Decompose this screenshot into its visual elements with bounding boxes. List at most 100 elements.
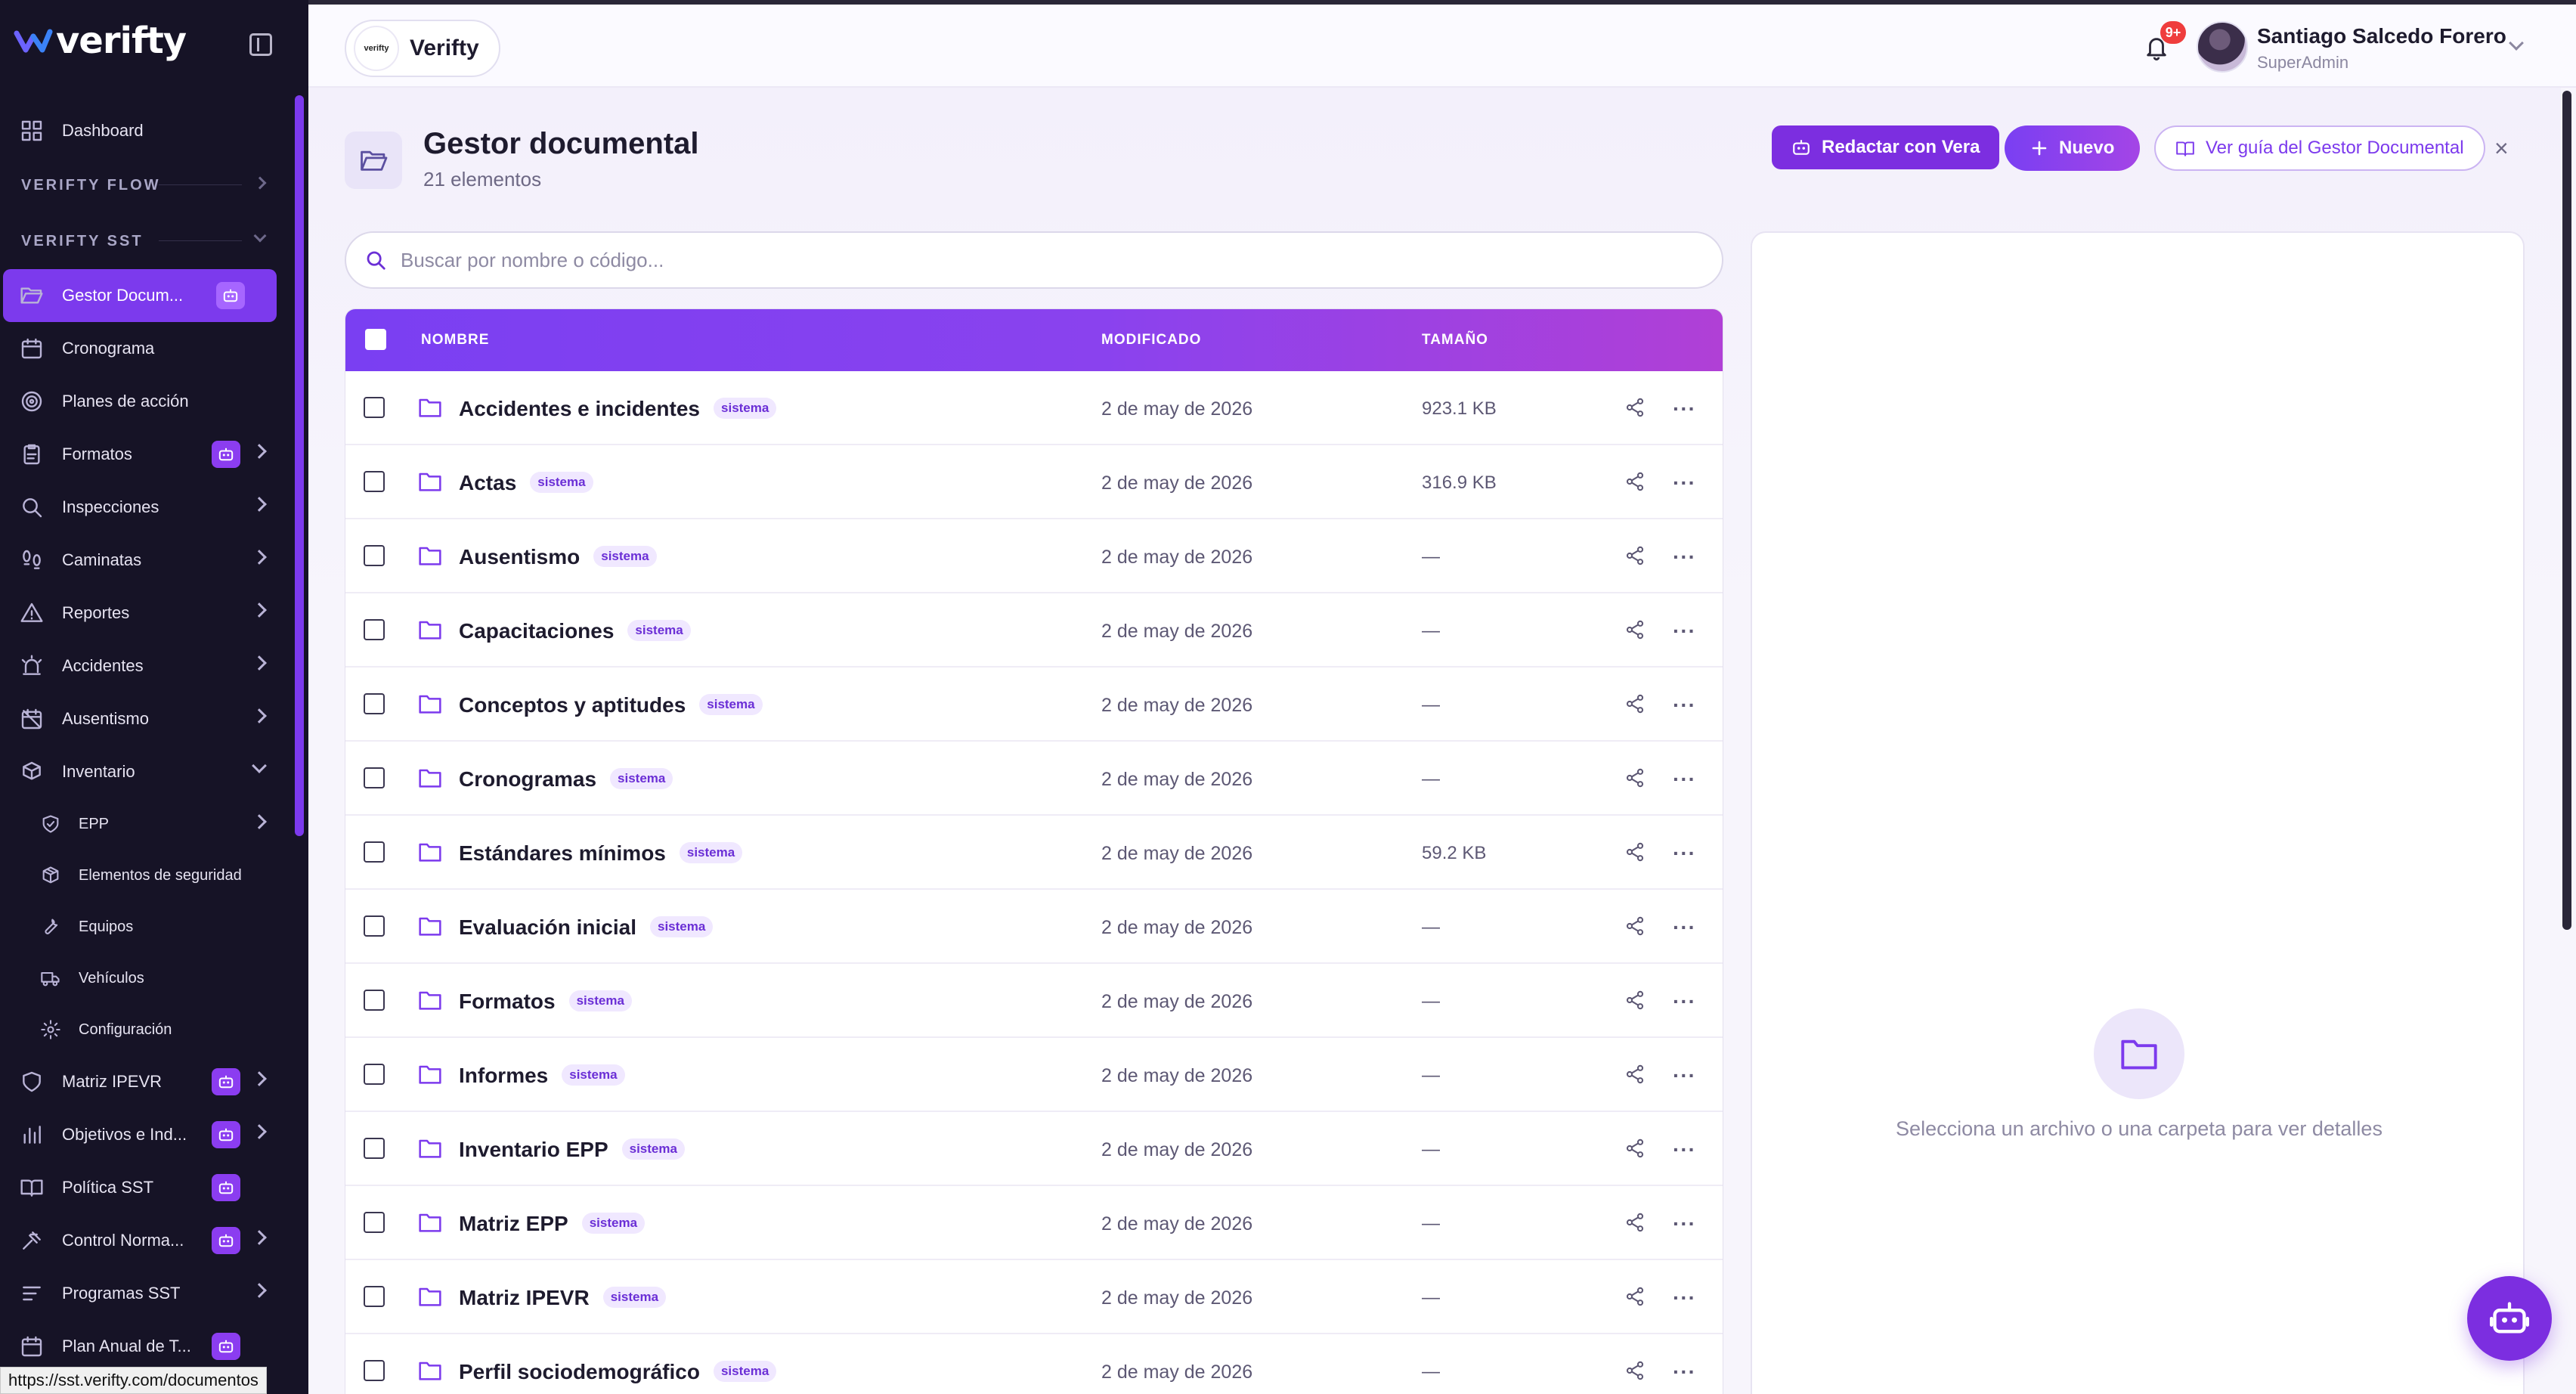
sidebar-section-verifty-flow[interactable]: VERIFTY FLOW bbox=[0, 157, 287, 213]
sidebar-item-configuración[interactable]: Configuración bbox=[0, 1004, 287, 1055]
sidebar-item-vehículos[interactable]: Vehículos bbox=[0, 953, 287, 1004]
sidebar-item-objetivos-e-ind[interactable]: Objetivos e Ind... bbox=[0, 1108, 287, 1161]
table-row[interactable]: Perfil sociodemográfico sistema 2 de may d… bbox=[345, 1334, 1723, 1394]
close-icon[interactable]: × bbox=[2494, 135, 2509, 163]
table-row[interactable]: Estándares mínimos sistema 2 de may de 202… bbox=[345, 816, 1723, 890]
share-icon[interactable] bbox=[1624, 693, 1646, 718]
vera-assistant-button[interactable] bbox=[2467, 1276, 2552, 1361]
more-options-icon[interactable]: ··· bbox=[1673, 1138, 1696, 1162]
more-options-icon[interactable]: ··· bbox=[1673, 1064, 1696, 1088]
folder-name[interactable]: Evaluación inicial sistema bbox=[459, 915, 714, 940]
share-icon[interactable] bbox=[1624, 1286, 1646, 1311]
row-checkbox[interactable] bbox=[364, 693, 385, 714]
more-options-icon[interactable]: ··· bbox=[1673, 841, 1696, 866]
table-row[interactable]: Cronogramas sistema 2 de may de 2026 — ··· bbox=[345, 742, 1723, 816]
sidebar-item-gestor-docum[interactable]: Gestor Docum... bbox=[3, 269, 277, 322]
chevron-down-icon[interactable] bbox=[252, 758, 267, 773]
row-checkbox[interactable] bbox=[364, 545, 385, 566]
sidebar-item-formatos[interactable]: Formatos bbox=[0, 428, 287, 481]
row-checkbox[interactable] bbox=[364, 1212, 385, 1233]
folder-name[interactable]: Accidentes e incidentes sistema bbox=[459, 397, 777, 421]
sidebar-item-caminatas[interactable]: Caminatas bbox=[0, 534, 287, 587]
table-row[interactable]: Matriz EPP sistema 2 de may de 2026 — ··· bbox=[345, 1186, 1723, 1260]
folder-name[interactable]: Cronogramas sistema bbox=[459, 767, 673, 791]
folder-name[interactable]: Matriz EPP sistema bbox=[459, 1212, 646, 1236]
sidebar-scrollbar[interactable] bbox=[295, 95, 304, 836]
row-checkbox[interactable] bbox=[364, 619, 385, 640]
folder-name[interactable]: Capacitaciones sistema bbox=[459, 619, 691, 643]
sidebar-item-control-norma[interactable]: Control Norma... bbox=[0, 1214, 287, 1267]
sidebar-item-elementos-de-seguridad[interactable]: Elementos de seguridad bbox=[0, 850, 287, 901]
more-options-icon[interactable]: ··· bbox=[1673, 990, 1696, 1014]
column-header-modified[interactable]: MODIFICADO bbox=[1101, 332, 1201, 348]
write-with-vera-button[interactable]: Redactar con Vera bbox=[1772, 125, 2000, 169]
more-options-icon[interactable]: ··· bbox=[1673, 397, 1696, 421]
collapse-sidebar-icon[interactable] bbox=[249, 33, 272, 56]
folder-name[interactable]: Formatos sistema bbox=[459, 990, 632, 1014]
share-icon[interactable] bbox=[1624, 1064, 1646, 1089]
table-row[interactable]: Conceptos y aptitudes sistema 2 de may de … bbox=[345, 668, 1723, 742]
chevron-right-icon[interactable] bbox=[252, 1071, 267, 1086]
chevron-right-icon[interactable] bbox=[252, 814, 267, 829]
sidebar-item-programas-sst[interactable]: Programas SST bbox=[0, 1267, 287, 1320]
robot-icon[interactable] bbox=[212, 1121, 240, 1148]
folder-name[interactable]: Conceptos y aptitudes sistema bbox=[459, 693, 763, 717]
share-icon[interactable] bbox=[1624, 767, 1646, 792]
table-row[interactable]: Evaluación inicial sistema 2 de may de 202… bbox=[345, 890, 1723, 964]
folder-name[interactable]: Perfil sociodemográfico sistema bbox=[459, 1360, 777, 1384]
more-options-icon[interactable]: ··· bbox=[1673, 767, 1696, 791]
sidebar-item-inventario[interactable]: Inventario bbox=[0, 745, 287, 798]
more-options-icon[interactable]: ··· bbox=[1673, 1212, 1696, 1236]
sidebar-item-accidentes[interactable]: Accidentes bbox=[0, 640, 287, 692]
row-checkbox[interactable] bbox=[364, 915, 385, 937]
table-row[interactable]: Actas sistema 2 de may de 2026 316.9 KB ··· bbox=[345, 445, 1723, 519]
chevron-right-icon[interactable] bbox=[252, 1124, 267, 1139]
user-name[interactable]: Santiago Salcedo Forero bbox=[2257, 24, 2506, 48]
row-checkbox[interactable] bbox=[364, 471, 385, 492]
column-header-size[interactable]: TAMAÑO bbox=[1422, 332, 1488, 348]
folder-name[interactable]: Estándares mínimos sistema bbox=[459, 841, 743, 866]
avatar[interactable] bbox=[2197, 21, 2248, 73]
robot-icon[interactable] bbox=[212, 1174, 240, 1201]
sidebar-item-epp[interactable]: EPP bbox=[0, 798, 287, 850]
sidebar-item-plan-anual-de-t[interactable]: Plan Anual de T... bbox=[0, 1320, 287, 1373]
row-checkbox[interactable] bbox=[364, 767, 385, 788]
sidebar-item-planes-de-acción[interactable]: Planes de acción bbox=[0, 375, 287, 428]
robot-icon[interactable] bbox=[216, 282, 245, 309]
folder-name[interactable]: Informes sistema bbox=[459, 1064, 625, 1088]
folder-name[interactable]: Actas sistema bbox=[459, 471, 593, 495]
more-options-icon[interactable]: ··· bbox=[1673, 545, 1696, 569]
view-guide-button[interactable]: Ver guía del Gestor Documental bbox=[2154, 125, 2485, 171]
robot-icon[interactable] bbox=[212, 1333, 240, 1360]
org-switcher[interactable]: verifty Verifty bbox=[345, 20, 500, 77]
main-scrollbar[interactable] bbox=[2562, 91, 2571, 930]
folder-name[interactable]: Ausentismo sistema bbox=[459, 545, 657, 569]
chevron-right-icon[interactable] bbox=[252, 497, 267, 512]
robot-icon[interactable] bbox=[212, 1068, 240, 1095]
row-checkbox[interactable] bbox=[364, 397, 385, 418]
folder-name[interactable]: Inventario EPP sistema bbox=[459, 1138, 685, 1162]
share-icon[interactable] bbox=[1624, 1360, 1646, 1385]
column-header-name[interactable]: NOMBRE bbox=[421, 332, 489, 348]
chevron-right-icon[interactable] bbox=[252, 550, 267, 565]
row-checkbox[interactable] bbox=[364, 1138, 385, 1159]
sidebar-item-ausentismo[interactable]: Ausentismo bbox=[0, 692, 287, 745]
share-icon[interactable] bbox=[1624, 1212, 1646, 1237]
row-checkbox[interactable] bbox=[364, 841, 385, 863]
sidebar-item-matriz-ipevr[interactable]: Matriz IPEVR bbox=[0, 1055, 287, 1108]
folder-name[interactable]: Matriz IPEVR sistema bbox=[459, 1286, 667, 1310]
more-options-icon[interactable]: ··· bbox=[1673, 619, 1696, 643]
sidebar-section-verifty-sst[interactable]: VERIFTY SST bbox=[0, 213, 287, 269]
share-icon[interactable] bbox=[1624, 397, 1646, 422]
chevron-right-icon[interactable] bbox=[252, 655, 267, 671]
more-options-icon[interactable]: ··· bbox=[1673, 693, 1696, 717]
table-row[interactable]: Informes sistema 2 de may de 2026 — ··· bbox=[345, 1038, 1723, 1112]
sidebar-item-política-sst[interactable]: Política SST bbox=[0, 1161, 287, 1214]
table-row[interactable]: Formatos sistema 2 de may de 2026 — ··· bbox=[345, 964, 1723, 1038]
share-icon[interactable] bbox=[1624, 990, 1646, 1015]
row-checkbox[interactable] bbox=[364, 990, 385, 1011]
row-checkbox[interactable] bbox=[364, 1286, 385, 1307]
chevron-right-icon[interactable] bbox=[252, 444, 267, 459]
select-all-checkbox[interactable] bbox=[365, 329, 386, 350]
table-row[interactable]: Ausentismo sistema 2 de may de 2026 — ··· bbox=[345, 519, 1723, 593]
